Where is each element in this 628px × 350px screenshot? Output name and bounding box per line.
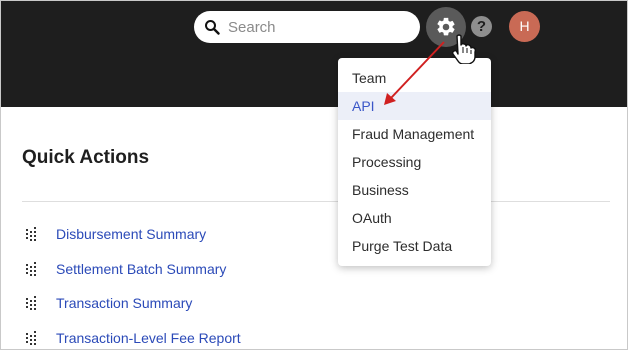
- disbursement-summary-link[interactable]: Disbursement Summary: [56, 226, 206, 242]
- settlement-batch-summary-link[interactable]: Settlement Batch Summary: [56, 261, 226, 277]
- menu-item-processing[interactable]: Processing: [338, 148, 491, 176]
- menu-item-api[interactable]: API: [338, 92, 491, 120]
- settings-dropdown-menu: Team API Fraud Management Processing Bus…: [338, 58, 491, 266]
- quick-actions-list: Disbursement Summary Settlement Batch Su…: [22, 217, 241, 350]
- report-icon: [26, 330, 36, 345]
- search-icon: [205, 20, 220, 35]
- report-icon: [26, 261, 36, 276]
- list-item: Transaction Summary: [22, 286, 192, 321]
- search-box[interactable]: [194, 11, 420, 43]
- list-item: Transaction-Level Fee Report: [22, 321, 241, 350]
- report-icon: [26, 227, 36, 242]
- top-bar: ? H: [1, 1, 627, 107]
- menu-item-purge-test-data[interactable]: Purge Test Data: [338, 232, 491, 260]
- menu-item-team[interactable]: Team: [338, 64, 491, 92]
- search-input[interactable]: [228, 15, 408, 39]
- hand-cursor-icon: [451, 34, 477, 64]
- menu-item-oauth[interactable]: OAuth: [338, 204, 491, 232]
- quick-actions-title: Quick Actions: [22, 147, 150, 168]
- app-window: ? H Quick Actions Disbursement Summary S…: [0, 0, 628, 350]
- list-item: Settlement Batch Summary: [22, 252, 226, 287]
- report-icon: [26, 296, 36, 311]
- section-divider: [22, 201, 610, 202]
- menu-item-business[interactable]: Business: [338, 176, 491, 204]
- list-item: Disbursement Summary: [22, 217, 206, 252]
- avatar[interactable]: H: [509, 11, 540, 42]
- transaction-summary-link[interactable]: Transaction Summary: [56, 295, 192, 311]
- transaction-level-fee-report-link[interactable]: Transaction-Level Fee Report: [56, 330, 241, 346]
- menu-item-fraud-management[interactable]: Fraud Management: [338, 120, 491, 148]
